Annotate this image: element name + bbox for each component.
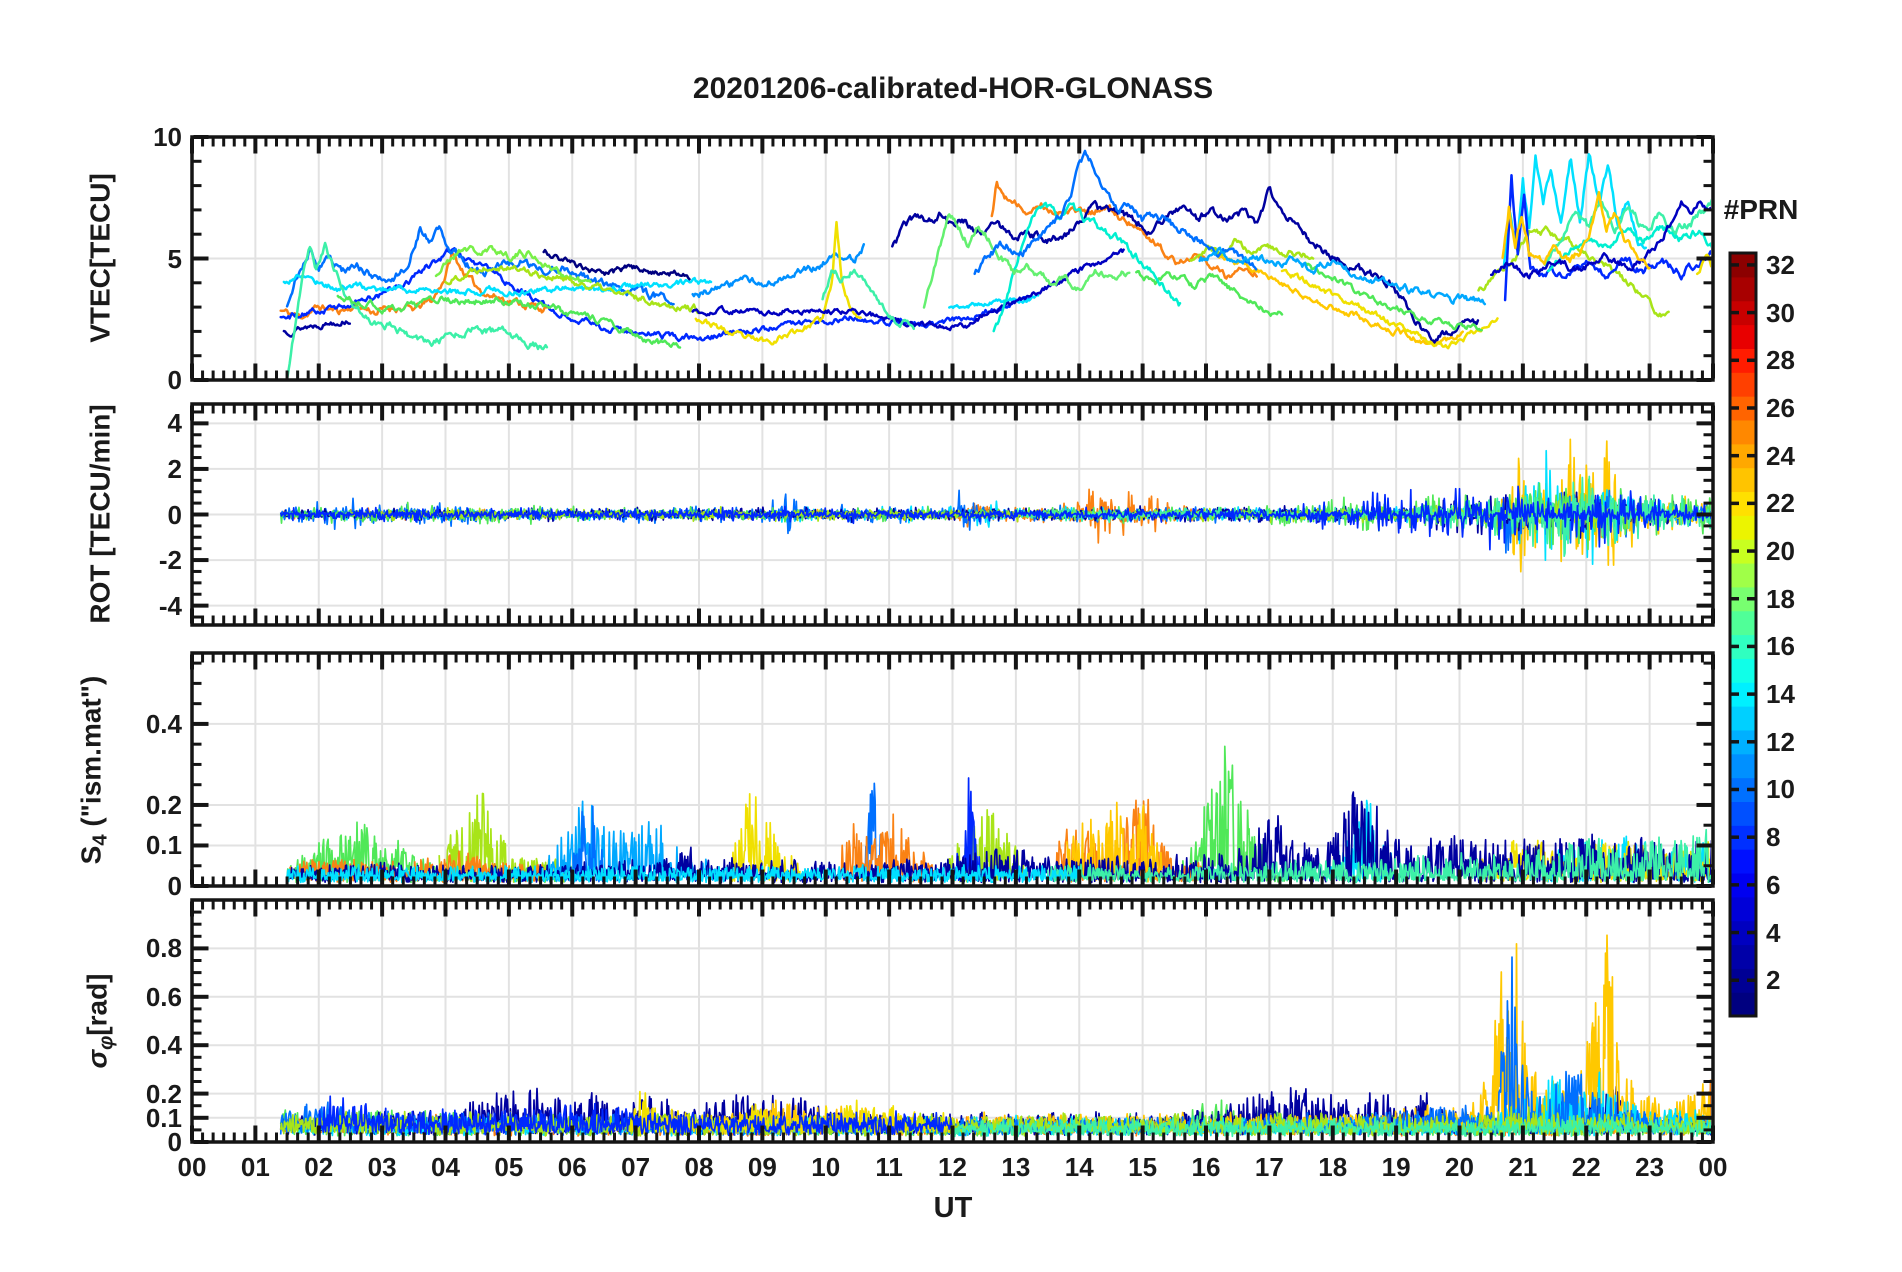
colorbar-tick-label: 14: [1766, 679, 1795, 710]
sigma-phi-series-group: [279, 934, 1711, 1138]
x-tick-label: 05: [494, 1152, 524, 1182]
colorbar-tick-label: 10: [1766, 774, 1795, 805]
ut-axis-label: UT: [933, 1192, 973, 1224]
y-tick-label: 0.6: [145, 981, 182, 1012]
series-green-c: [1135, 269, 1284, 317]
colorbar-title: #PRN: [1723, 194, 1799, 225]
x-tick-label: 13: [1001, 1152, 1031, 1182]
x-tick-label: 23: [1635, 1152, 1665, 1182]
y-tick-label: 0: [167, 871, 182, 901]
x-tick-label: 00: [1698, 1152, 1728, 1182]
x-tick-label: 07: [621, 1152, 651, 1182]
x-tick-label: 17: [1254, 1152, 1284, 1182]
colorbar-tick-label: 18: [1766, 583, 1795, 614]
x-tick-label: 12: [938, 1152, 967, 1182]
x-tick-label: 14: [1064, 1152, 1094, 1182]
s4-series-group: [286, 745, 1711, 884]
y-tick-label: 0.4: [145, 1030, 182, 1061]
y-tick-label: 0.8: [145, 933, 182, 964]
series-green-d: [1302, 261, 1483, 332]
colorbar-tick-label: 8: [1766, 822, 1781, 853]
s4-panel: [190, 651, 1715, 888]
x-tick-label: 08: [684, 1152, 714, 1182]
colorbar-tick-label: 26: [1766, 392, 1795, 423]
colorbar-tick-label: 2: [1766, 965, 1781, 996]
series-orange-b: [990, 180, 1258, 280]
colorbar-tick-label: 6: [1766, 869, 1781, 900]
y-tick-label: 0.1: [145, 830, 182, 861]
x-tick-label: 10: [811, 1152, 841, 1182]
x-tick-label: 01: [240, 1152, 270, 1182]
x-tick-label: 20: [1445, 1152, 1474, 1182]
y-tick-label: -2: [158, 545, 182, 576]
y-tick-label: 0.2: [145, 1078, 182, 1109]
y-tick-label: 0: [167, 499, 182, 530]
figure: 20201206-calibrated-HOR-GLONASS VTEC[TEC…: [0, 0, 1902, 1272]
colorbar: [1728, 251, 1758, 1018]
colorbar-tick-label: 24: [1766, 440, 1795, 471]
colorbar-tick-label: 16: [1766, 631, 1795, 662]
series-rot-blue: [279, 485, 1711, 551]
series-navy-b: [542, 248, 691, 281]
colorbar-tick-label: 4: [1766, 917, 1781, 948]
series-spring-b: [992, 201, 1182, 333]
y-tick-label: 4: [167, 408, 182, 439]
y-tick-label: 0.2: [145, 789, 182, 820]
y-tick-label: -4: [158, 590, 182, 621]
y-tick-label: 0.4: [145, 708, 182, 739]
x-tick-label: 22: [1571, 1152, 1601, 1182]
vtec-series-group: [279, 149, 1711, 378]
x-tick-label: 03: [367, 1152, 397, 1182]
colorbar-tick-label: 12: [1766, 726, 1795, 757]
y-tick-label: 0: [167, 365, 182, 395]
y-tick-label: 5: [167, 243, 182, 274]
x-tick-label: 02: [304, 1152, 334, 1182]
vtec-panel: [190, 135, 1715, 382]
sigma-phi-panel: [190, 898, 1715, 1144]
x-tick-label: 11: [875, 1152, 903, 1182]
x-tick-label: 19: [1381, 1152, 1411, 1182]
x-tick-label: 16: [1191, 1152, 1221, 1182]
rot-panel: [190, 402, 1715, 627]
y-tick-label: 10: [153, 122, 182, 152]
series-navy-c: [691, 248, 1125, 332]
y-tick-label: 2: [167, 453, 182, 484]
colorbar-tick-label: 30: [1766, 297, 1795, 328]
colorbar-tick-label: 32: [1766, 249, 1795, 280]
x-tick-label: 15: [1128, 1152, 1158, 1182]
rot-series-group: [279, 438, 1711, 573]
colorbar-tick-label: 20: [1766, 536, 1795, 567]
chart-title: 20201206-calibrated-HOR-GLONASS: [692, 72, 1214, 105]
x-tick-label: 04: [431, 1152, 460, 1182]
x-tick-label: 21: [1508, 1152, 1538, 1182]
x-tick-label: 09: [747, 1152, 777, 1182]
colorbar-tick-label: 22: [1766, 488, 1795, 519]
x-tick-label: 18: [1318, 1152, 1348, 1182]
x-tick-label: 00: [177, 1152, 207, 1182]
plot-canvas: [190, 135, 1758, 1144]
colorbar-tick-label: 28: [1766, 345, 1795, 376]
x-tick-label: 06: [557, 1152, 587, 1182]
